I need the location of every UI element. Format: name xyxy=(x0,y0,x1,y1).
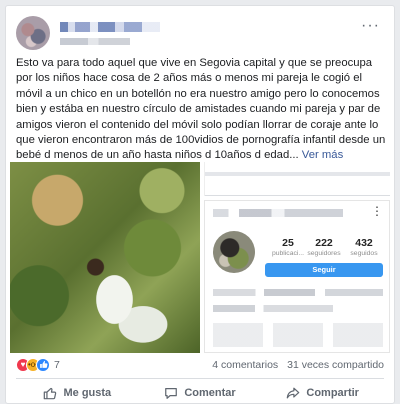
post-stats: 4 comentarios 31 veces compartido xyxy=(206,358,384,372)
post-meta-pixelated xyxy=(60,38,130,45)
actions-divider xyxy=(16,378,384,379)
post-body: Esto va para todo aquel que vive en Sego… xyxy=(16,57,386,162)
ig-grid-pixelated xyxy=(213,323,383,347)
ig-menu-icon: ⋮ xyxy=(371,204,383,218)
ig-followers-count: 222 xyxy=(315,237,333,249)
shares-count-link[interactable]: 31 veces compartido xyxy=(287,359,384,371)
ig-following-count: 432 xyxy=(355,237,373,249)
like-button[interactable]: Me gusta xyxy=(16,380,139,403)
reaction-count[interactable]: 7 xyxy=(54,358,60,372)
comments-count-link[interactable]: 4 comentarios xyxy=(212,359,278,371)
post-text: Esto va para todo aquel que vive en Sego… xyxy=(16,56,386,164)
divider-line xyxy=(205,195,390,196)
ig-avatar xyxy=(213,231,255,273)
post-header: ··· xyxy=(16,16,384,52)
author-avatar[interactable] xyxy=(16,16,50,50)
share-button[interactable]: Compartir xyxy=(261,380,384,403)
post-photos: ⋮ 25 publicaci... 222 seguidores 432 seg… xyxy=(6,162,394,353)
ig-bio-pixelated-2 xyxy=(213,305,333,312)
share-button-label: Compartir xyxy=(306,386,359,399)
like-reaction-icon xyxy=(36,358,50,372)
post-card: ··· Esto va para todo aquel que vive en … xyxy=(5,5,395,404)
ig-stat-following: 432 seguidos xyxy=(343,237,385,258)
ig-follow-button: Seguir xyxy=(265,263,383,277)
ig-bio-pixelated xyxy=(213,289,383,296)
ig-following-label: seguidos xyxy=(350,250,378,257)
share-arrow-icon xyxy=(287,387,300,398)
thumbs-up-icon xyxy=(44,387,57,399)
comment-button-label: Comentar xyxy=(184,386,236,399)
comment-icon xyxy=(165,387,178,399)
photo-instagram-profile[interactable]: ⋮ 25 publicaci... 222 seguidores 432 seg… xyxy=(204,200,390,353)
photo-screenshot-top[interactable] xyxy=(204,162,390,196)
see-more-link[interactable]: Ver más xyxy=(302,149,343,161)
comment-button[interactable]: Comentar xyxy=(139,380,262,403)
author-name-pixelated[interactable] xyxy=(60,22,160,32)
ig-stat-followers: 222 seguidores xyxy=(303,237,345,258)
ig-followers-label: seguidores xyxy=(307,250,341,257)
ig-username-pixelated xyxy=(213,209,343,217)
post-actions: Me gusta Comentar Compartir xyxy=(16,380,384,403)
photo-pixelated-person[interactable] xyxy=(10,162,200,353)
blurred-bar xyxy=(205,172,390,176)
more-options-icon[interactable]: ··· xyxy=(361,18,380,34)
like-button-label: Me gusta xyxy=(63,386,112,399)
